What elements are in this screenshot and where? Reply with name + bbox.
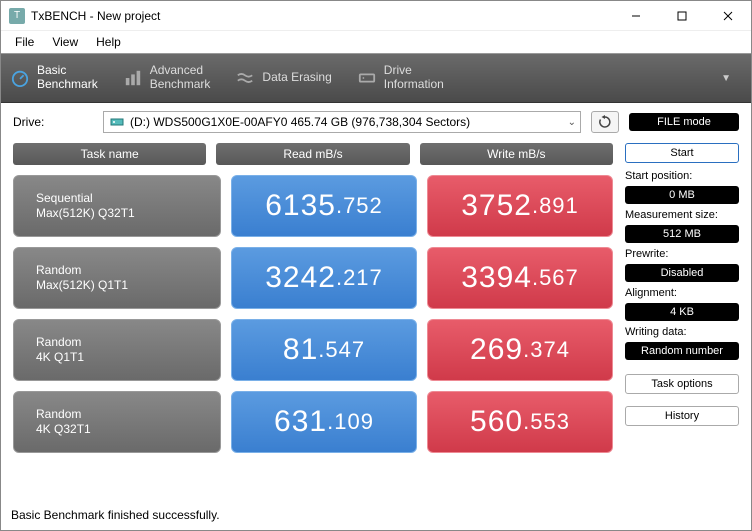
task-line2: Max(512K) Q1T1 (36, 278, 220, 293)
result-row: Random4K Q32T1631.109560.553 (13, 391, 613, 453)
drive-row: Drive: (D:) WDS500G1X0E-00AFY0 465.74 GB… (1, 103, 751, 139)
write-int: 560 (470, 405, 523, 439)
drive-select[interactable]: (D:) WDS500G1X0E-00AFY0 465.74 GB (976,7… (103, 111, 581, 133)
write-dec: .553 (523, 409, 570, 435)
writing-data-value[interactable]: Random number (625, 342, 739, 360)
disk-icon (110, 115, 124, 129)
drive-label: Drive: (13, 115, 93, 129)
write-int: 3394 (461, 261, 532, 295)
task-line2: 4K Q1T1 (36, 350, 220, 365)
tab-label: Benchmark (150, 77, 211, 91)
maximize-button[interactable] (659, 1, 705, 31)
write-value-cell: 3752.891 (427, 175, 613, 237)
read-value-cell: 6135.752 (231, 175, 417, 237)
tab-label: Basic (37, 63, 66, 77)
drive-icon (358, 69, 376, 87)
task-line1: Random (36, 335, 220, 350)
status-text: Basic Benchmark finished successfully. (1, 502, 751, 530)
gauge-icon (11, 69, 29, 87)
history-button[interactable]: History (625, 406, 739, 426)
task-line2: Max(512K) Q32T1 (36, 206, 220, 221)
task-line1: Sequential (36, 191, 220, 206)
read-int: 631 (274, 405, 327, 439)
result-row: RandomMax(512K) Q1T13242.2173394.567 (13, 247, 613, 309)
minimize-button[interactable] (613, 1, 659, 31)
tab-basic-benchmark[interactable]: BasicBenchmark (11, 64, 98, 92)
write-value-cell: 560.553 (427, 391, 613, 453)
start-position-value[interactable]: 0 MB (625, 186, 739, 204)
write-int: 3752 (461, 189, 532, 223)
task-line1: Random (36, 263, 220, 278)
write-value-cell: 3394.567 (427, 247, 613, 309)
write-value-cell: 269.374 (427, 319, 613, 381)
sidebar: Start Start position: 0 MB Measurement s… (625, 143, 739, 502)
window-title: TxBENCH - New project (31, 9, 613, 23)
write-dec: .374 (523, 337, 570, 363)
menu-file[interactable]: File (7, 33, 42, 51)
chevron-down-icon: ⌄ (568, 117, 576, 128)
menu-help[interactable]: Help (88, 33, 129, 51)
file-mode-button[interactable]: FILE mode (629, 113, 739, 131)
result-row: Random4K Q1T181.547269.374 (13, 319, 613, 381)
refresh-icon (598, 115, 612, 129)
write-int: 269 (470, 333, 523, 367)
start-position-label: Start position: (625, 169, 739, 182)
tab-label: Drive (384, 63, 412, 77)
read-int: 81 (283, 333, 318, 367)
measurement-size-value[interactable]: 512 MB (625, 225, 739, 243)
alignment-label: Alignment: (625, 286, 739, 299)
tab-drive-information[interactable]: DriveInformation (358, 64, 444, 92)
close-button[interactable] (705, 1, 751, 31)
task-name-cell: RandomMax(512K) Q1T1 (13, 247, 221, 309)
start-button[interactable]: Start (625, 143, 739, 163)
alignment-value[interactable]: 4 KB (625, 303, 739, 321)
results-table: Task name Read mB/s Write mB/s Sequentia… (13, 143, 613, 502)
menu-view[interactable]: View (44, 33, 86, 51)
tab-label: Data Erasing (262, 71, 331, 85)
titlebar: T TxBENCH - New project (1, 1, 751, 31)
tab-data-erasing[interactable]: Data Erasing (236, 69, 331, 87)
bars-icon (124, 69, 142, 87)
read-value-cell: 81.547 (231, 319, 417, 381)
read-dec: .752 (336, 193, 383, 219)
read-value-cell: 631.109 (231, 391, 417, 453)
app-icon: T (9, 8, 25, 24)
chevron-down-icon[interactable]: ▼ (721, 73, 741, 84)
task-name-cell: Random4K Q1T1 (13, 319, 221, 381)
prewrite-label: Prewrite: (625, 247, 739, 260)
write-dec: .891 (532, 193, 579, 219)
toolbar: BasicBenchmark AdvancedBenchmark Data Er… (1, 53, 751, 103)
header-read: Read mB/s (216, 143, 409, 165)
tab-advanced-benchmark[interactable]: AdvancedBenchmark (124, 64, 211, 92)
header-task: Task name (13, 143, 206, 165)
read-dec: .109 (327, 409, 374, 435)
tab-label: Benchmark (37, 77, 98, 91)
write-dec: .567 (532, 265, 579, 291)
erase-icon (236, 69, 254, 87)
read-value-cell: 3242.217 (231, 247, 417, 309)
tab-label: Information (384, 77, 444, 91)
tab-label: Advanced (150, 63, 203, 77)
header-write: Write mB/s (420, 143, 613, 165)
task-line2: 4K Q32T1 (36, 422, 220, 437)
task-line1: Random (36, 407, 220, 422)
drive-selected-text: (D:) WDS500G1X0E-00AFY0 465.74 GB (976,7… (130, 115, 574, 129)
task-name-cell: SequentialMax(512K) Q32T1 (13, 175, 221, 237)
prewrite-value[interactable]: Disabled (625, 264, 739, 282)
read-dec: .217 (336, 265, 383, 291)
menubar: File View Help (1, 31, 751, 53)
refresh-button[interactable] (591, 111, 619, 133)
read-int: 3242 (265, 261, 336, 295)
result-row: SequentialMax(512K) Q32T16135.7523752.89… (13, 175, 613, 237)
read-int: 6135 (265, 189, 336, 223)
measurement-size-label: Measurement size: (625, 208, 739, 221)
writing-data-label: Writing data: (625, 325, 739, 338)
task-options-button[interactable]: Task options (625, 374, 739, 394)
task-name-cell: Random4K Q32T1 (13, 391, 221, 453)
read-dec: .547 (318, 337, 365, 363)
